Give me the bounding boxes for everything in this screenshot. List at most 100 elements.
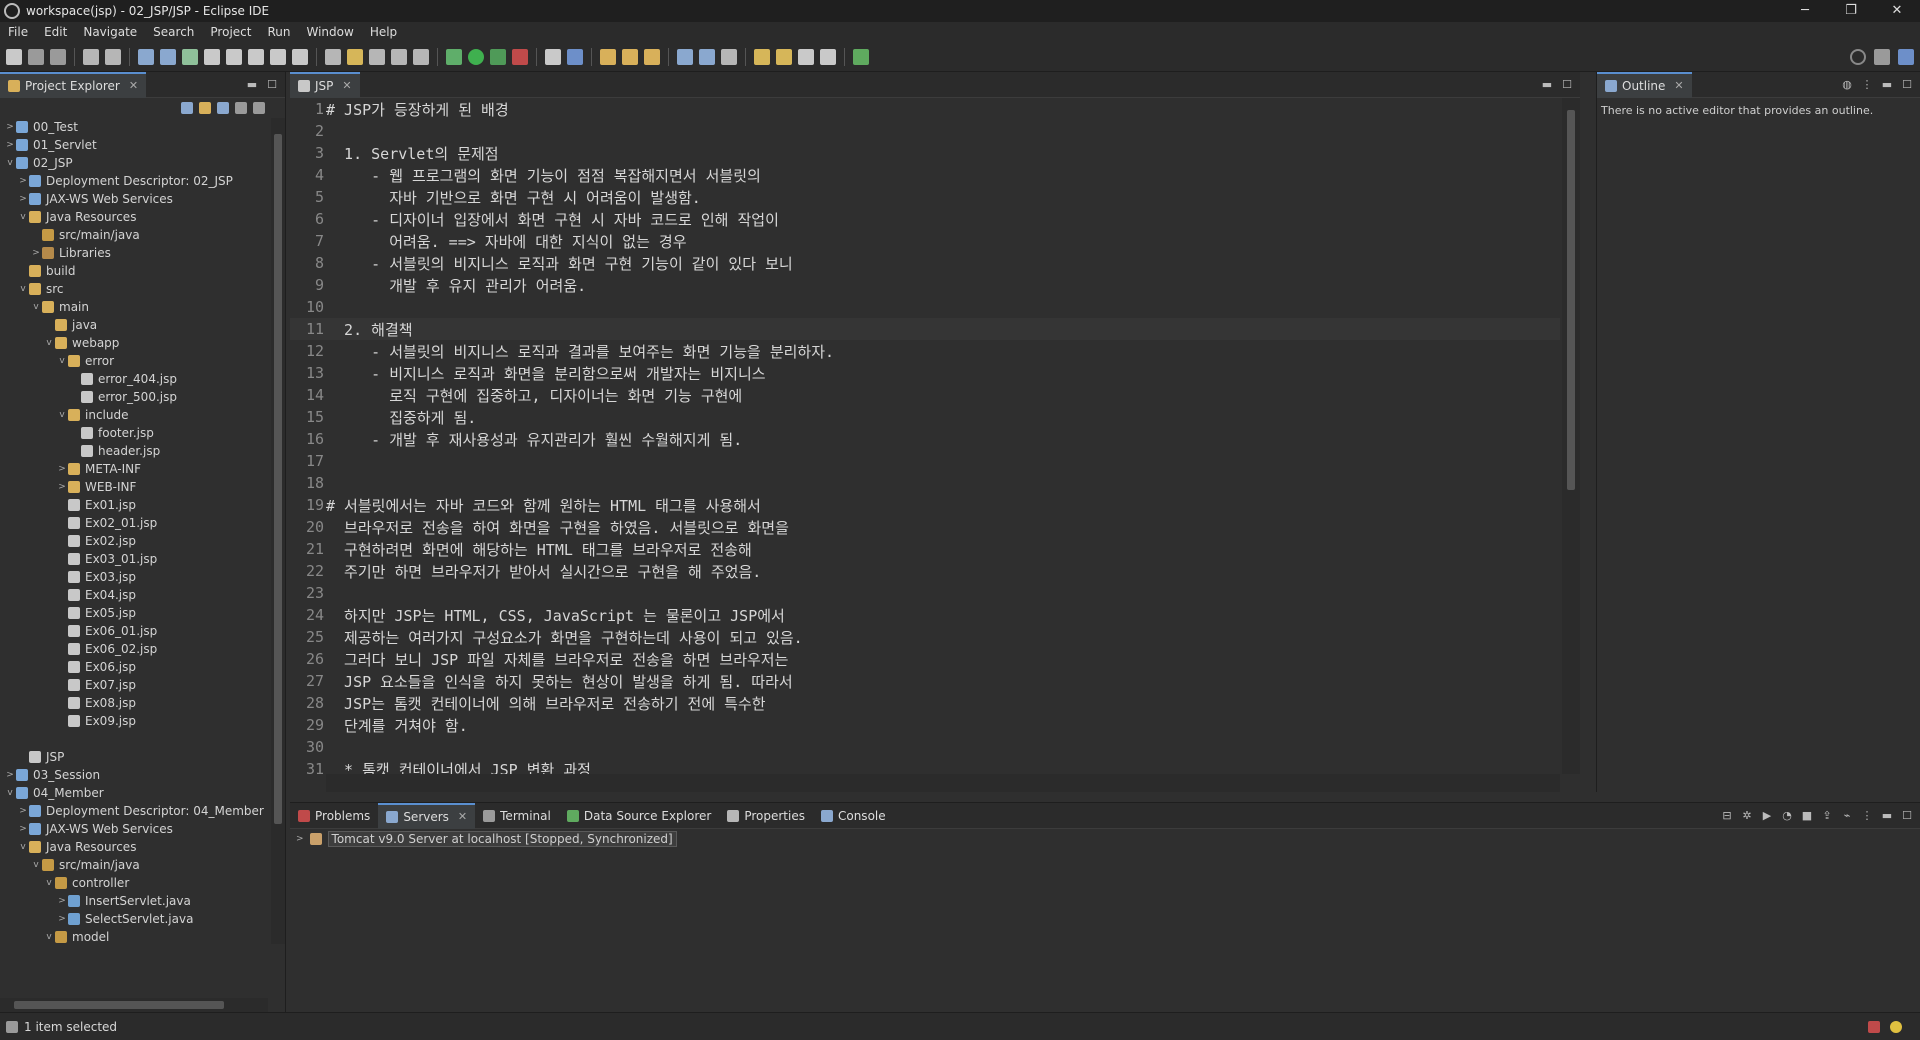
chevron-down-icon[interactable]: v xyxy=(43,878,55,888)
scroll-thumb[interactable] xyxy=(1567,110,1575,490)
chevron-right-icon[interactable]: > xyxy=(17,176,29,186)
view-menu-icon[interactable]: ⋮ xyxy=(1860,809,1874,823)
menu-project[interactable]: Project xyxy=(202,25,259,39)
notification-icon[interactable] xyxy=(1868,1020,1880,1033)
tip-icon[interactable] xyxy=(1890,1020,1902,1033)
terminal-icon[interactable] xyxy=(138,48,154,65)
forward-icon[interactable] xyxy=(820,48,836,65)
editor-vertical-scrollbar[interactable] xyxy=(1562,98,1580,774)
tree-item[interactable]: v 02_JSP xyxy=(0,154,268,172)
tree-item[interactable]: >01_Servlet xyxy=(0,136,268,154)
view-menu-icon[interactable] xyxy=(253,102,265,114)
chevron-right-icon[interactable]: > xyxy=(17,824,29,834)
chevron-right-icon[interactable]: > xyxy=(4,770,16,780)
chevron-right-icon[interactable]: > xyxy=(30,248,42,258)
tree-item[interactable]: v model xyxy=(0,928,268,944)
tree-item[interactable]: Ex07.jsp xyxy=(0,676,268,694)
close-icon[interactable]: ✕ xyxy=(458,810,467,823)
redo-icon[interactable] xyxy=(105,48,121,65)
chevron-down-icon[interactable]: v xyxy=(4,158,16,168)
disconnect-icon[interactable]: ⌁ xyxy=(1840,809,1854,823)
code-line[interactable]: 28 JSP는 톰캣 컨테이너에 의해 브라우저로 전송하기 전에 특수한 xyxy=(290,692,1560,714)
code-line[interactable]: 9 개발 후 유지 관리가 어려움. xyxy=(290,274,1560,296)
stop-server-icon[interactable]: ■ xyxy=(1800,809,1814,823)
tab-jsp[interactable]: JSP ✕ xyxy=(290,71,360,98)
tree-item[interactable]: >00_Test xyxy=(0,118,268,136)
code-line[interactable]: 30 xyxy=(290,736,1560,758)
code-line[interactable]: 27 JSP 요소들을 인식을 하지 못하는 현상이 발생을 하게 됨. 따라서 xyxy=(290,670,1560,692)
chevron-right-icon[interactable]: > xyxy=(56,914,68,924)
tree-item[interactable]: v 04_Member xyxy=(0,784,268,802)
open-perspective-icon[interactable] xyxy=(1874,49,1890,65)
open-perspective-icon[interactable] xyxy=(677,48,693,65)
open-task-icon[interactable] xyxy=(622,48,638,65)
tree-item[interactable]: > WEB-INF xyxy=(0,478,268,496)
code-line[interactable]: 10 xyxy=(290,296,1560,318)
pin-editor-icon[interactable] xyxy=(853,48,869,65)
focus-icon[interactable]: ◍ xyxy=(1840,78,1854,92)
tree-item[interactable]: Ex06.jsp xyxy=(0,658,268,676)
code-line[interactable]: 8 - 서블릿의 비지니스 로직과 화면 구현 기능이 같이 있다 보니 xyxy=(290,252,1560,274)
explorer-vertical-scrollbar[interactable] xyxy=(271,118,285,944)
terminate-icon[interactable] xyxy=(226,48,242,65)
focus-icon[interactable] xyxy=(235,102,247,114)
minimize-button[interactable]: ─ xyxy=(1782,0,1828,22)
chevron-down-icon[interactable]: v xyxy=(17,212,29,222)
tree-item[interactable]: v webapp xyxy=(0,334,268,352)
tab-terminal[interactable]: Terminal xyxy=(475,803,559,829)
collapse-all-icon[interactable] xyxy=(181,102,193,114)
code-line[interactable]: 14 로직 구현에 집중하고, 디자이너는 화면 기능 구현에 xyxy=(290,384,1560,406)
tree-item[interactable]: v controller xyxy=(0,874,268,892)
prev-annotation-icon[interactable] xyxy=(754,48,770,65)
tree-item[interactable]: >03_Session xyxy=(0,766,268,784)
close-icon[interactable]: ✕ xyxy=(1674,79,1683,92)
tree-item[interactable]: > JAX-WS Web Services xyxy=(0,190,268,208)
server-label[interactable]: Tomcat v9.0 Server at localhost [Stopped… xyxy=(327,831,677,847)
maximize-view-icon[interactable]: ☐ xyxy=(1900,809,1914,823)
menu-navigate[interactable]: Navigate xyxy=(75,25,145,39)
resume-icon[interactable] xyxy=(182,48,198,65)
toggle-word-wrap-icon[interactable] xyxy=(325,48,341,65)
tree-item[interactable]: v error xyxy=(0,352,268,370)
web-browser-icon[interactable] xyxy=(699,48,715,65)
tree-item[interactable]: Ex02.jsp xyxy=(0,532,268,550)
tree-item[interactable]: v src xyxy=(0,280,268,298)
tree-item[interactable]: > JAX-WS Web Services xyxy=(0,820,268,838)
chevron-down-icon[interactable]: v xyxy=(56,356,68,366)
chevron-down-icon[interactable]: v xyxy=(43,932,55,942)
tree-item[interactable]: header.jsp xyxy=(0,442,268,460)
tree-item[interactable]: Ex04.jsp xyxy=(0,586,268,604)
tree-item[interactable]: build xyxy=(0,262,268,280)
chevron-right-icon[interactable]: > xyxy=(4,122,16,132)
tree-item[interactable]: Ex06_01.jsp xyxy=(0,622,268,640)
maximize-view-icon[interactable]: ☐ xyxy=(1560,78,1574,92)
code-line[interactable]: 25 제공하는 여러가지 구성요소가 화면을 구현하는데 사용이 되고 있음. xyxy=(290,626,1560,648)
tree-item[interactable]: > META-INF xyxy=(0,460,268,478)
server-row[interactable]: > Tomcat v9.0 Server at localhost [Stopp… xyxy=(290,829,1920,849)
chevron-down-icon[interactable]: v xyxy=(30,860,42,870)
tab-problems[interactable]: Problems xyxy=(290,803,378,829)
view-menu-icon[interactable]: ⋮ xyxy=(1860,78,1874,92)
close-icon[interactable]: ✕ xyxy=(129,79,138,92)
show-whitespace-icon[interactable] xyxy=(391,48,407,65)
tree-item[interactable]: src/main/java xyxy=(0,226,268,244)
tree-item[interactable]: Ex03_01.jsp xyxy=(0,550,268,568)
back-icon[interactable] xyxy=(798,48,814,65)
code-line[interactable]: 6 - 디자이너 입장에서 화면 구현 시 자바 코드로 인해 작업이 xyxy=(290,208,1560,230)
suspend-icon[interactable] xyxy=(204,48,220,65)
tree-item[interactable]: Ex01.jsp xyxy=(0,496,268,514)
tree-item[interactable]: > Libraries xyxy=(0,244,268,262)
tree-item[interactable]: > InsertServlet.java xyxy=(0,892,268,910)
step-return-icon[interactable] xyxy=(292,48,308,65)
code-line[interactable]: 3 1. Servlet의 문제점 xyxy=(290,142,1560,164)
profile-server-icon[interactable]: ◔ xyxy=(1780,809,1794,823)
search-icon[interactable] xyxy=(1850,49,1866,65)
debug-icon[interactable] xyxy=(446,48,462,65)
code-line[interactable]: 26 그러다 보니 JSP 파일 자체를 브라우저로 전송을 하면 브라우저는 xyxy=(290,648,1560,670)
tree-item[interactable] xyxy=(0,730,268,748)
filter-icon[interactable] xyxy=(217,102,229,114)
code-line[interactable]: 5 자바 기반으로 화면 구현 시 어려움이 발생함. xyxy=(290,186,1560,208)
code-line[interactable]: 22 주기만 하면 브라우저가 받아서 실시간으로 구현을 해 주었음. xyxy=(290,560,1560,582)
code-line[interactable]: 16 - 개발 후 재사용성과 유지관리가 훨씬 수월해지게 됨. xyxy=(290,428,1560,450)
minimize-view-icon[interactable]: ▬ xyxy=(1880,809,1894,823)
